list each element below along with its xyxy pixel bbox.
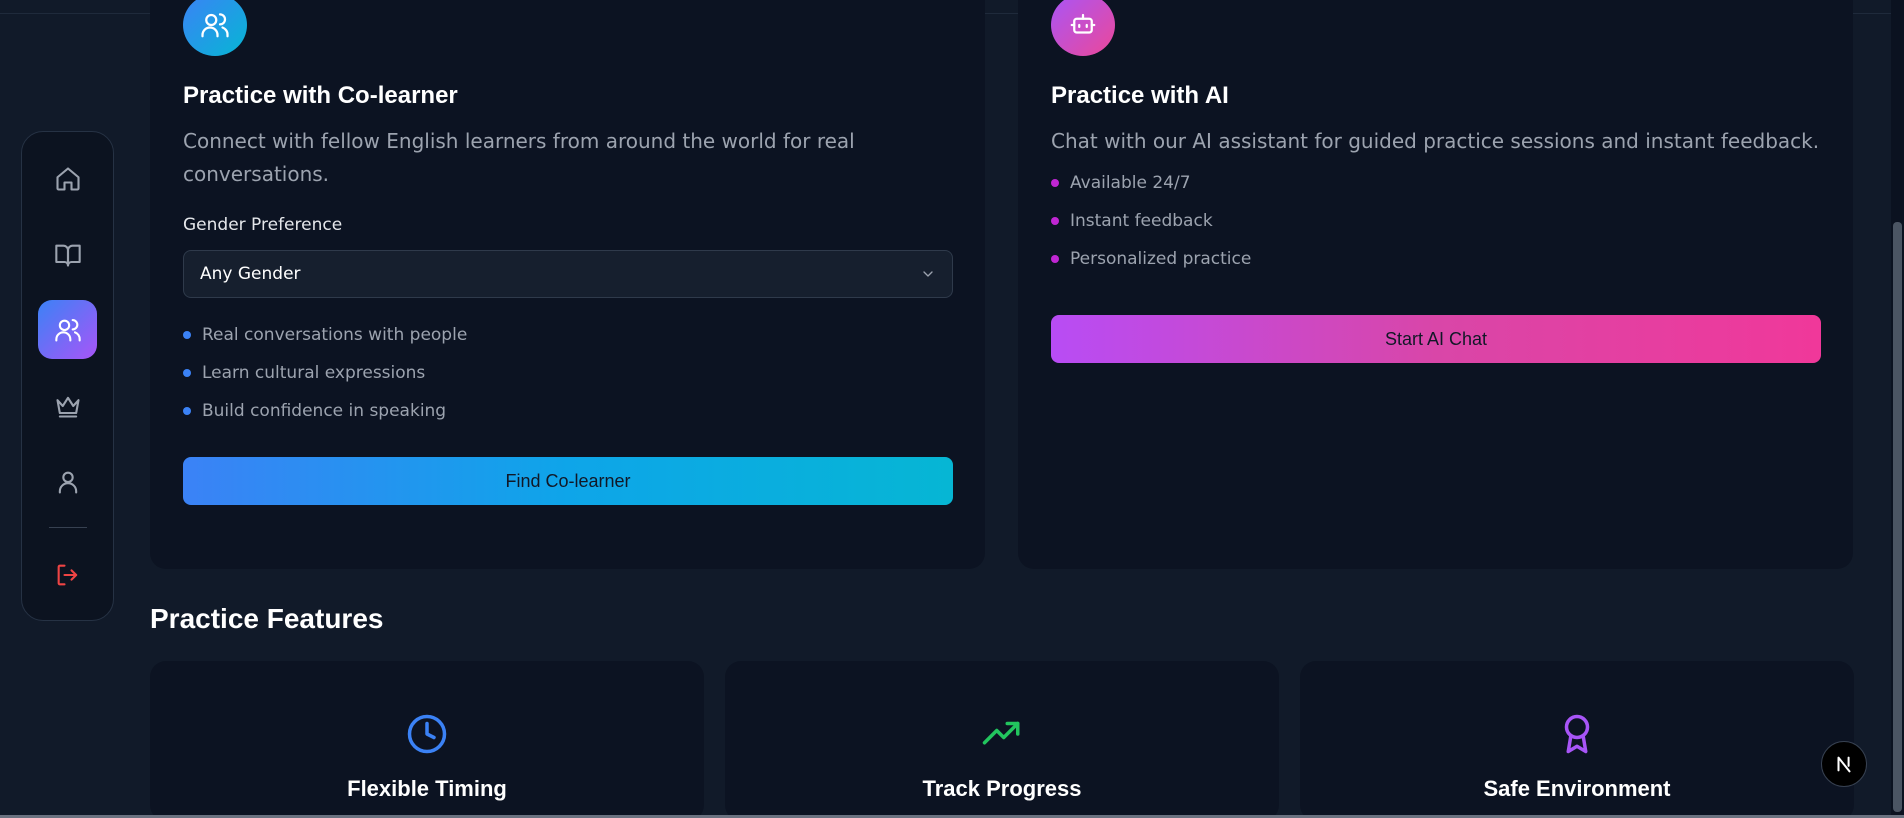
list-item: Instant feedback [1051,202,1251,240]
ai-benefits-list: Available 24/7 Instant feedback Personal… [1051,164,1251,278]
colearner-title: Practice with Co-learner [183,82,458,109]
bullet-dot [1051,255,1059,263]
users-icon [54,318,81,342]
sidebar-item-home[interactable] [38,149,97,208]
feature-title: Flexible Timing [347,776,507,801]
user-icon [58,471,77,494]
ai-icon-badge [1051,0,1115,56]
nextjs-logo-icon [1837,756,1851,773]
list-item: Learn cultural expressions [183,354,467,392]
practice-features-title: Practice Features [150,603,384,634]
list-item-text: Available 24/7 [1070,173,1191,193]
sidebar-item-profile[interactable] [38,452,97,511]
colearner-icon-badge [183,0,247,56]
list-item-text: Build confidence in speaking [202,401,447,421]
logout-icon [57,564,77,585]
list-item: Real conversations with people [183,316,467,354]
users-icon [201,13,229,38]
colearner-card: Practice with Co-learner Connect with fe… [150,0,985,569]
trending-up-icon [982,721,1020,745]
gender-preference-select[interactable]: Any Gender [183,250,953,298]
sidebar-divider [49,527,87,528]
list-item: Personalized practice [1051,240,1251,278]
sidebar-item-premium[interactable] [38,376,97,435]
sidebar-item-logout[interactable] [38,545,97,604]
nextjs-dev-badge[interactable] [1821,741,1867,787]
list-item-text: Personalized practice [1070,249,1252,269]
sidebar-nav [21,131,114,621]
award-icon [1564,714,1590,754]
chevron-down-icon [923,271,933,277]
bullet-dot [1051,217,1059,225]
find-colearner-button[interactable]: Find Co-learner [183,457,953,505]
crown-icon [55,396,80,418]
bullet-dot [183,331,191,339]
ai-description: Chat with our AI assistant for guided pr… [1051,129,1820,153]
feature-card-safe-environment: Safe Environment [1300,661,1854,818]
clock-icon [407,714,447,754]
ai-card: Practice with AI Chat with our AI assist… [1018,0,1853,569]
home-icon [55,166,80,191]
list-item: Build confidence in speaking [183,392,467,430]
bot-icon [1070,13,1096,34]
book-icon [54,244,81,267]
bullet-dot [183,407,191,415]
list-item-text: Instant feedback [1070,211,1213,231]
start-ai-chat-button[interactable]: Start AI Chat [1051,315,1821,363]
scrollbar-thumb[interactable] [1893,222,1902,812]
feature-title: Safe Environment [1483,776,1671,801]
gender-preference-label: Gender Preference [183,215,343,235]
ai-title: Practice with AI [1051,82,1229,109]
colearner-description: Connect with fellow English learners fro… [183,129,855,186]
feature-card-track-progress: Track Progress [725,661,1279,818]
feature-card-flexible-timing: Flexible Timing [150,661,704,818]
colearner-benefits-list: Real conversations with people Learn cul… [183,316,467,430]
gender-preference-value: Any Gender [200,264,301,284]
feature-title: Track Progress [922,776,1082,801]
list-item-text: Real conversations with people [202,325,468,345]
bullet-dot [183,369,191,377]
list-item-text: Learn cultural expressions [202,363,426,383]
sidebar-item-practice[interactable] [38,300,97,359]
bullet-dot [1051,179,1059,187]
list-item: Available 24/7 [1051,164,1251,202]
sidebar-item-learn[interactable] [38,225,97,284]
